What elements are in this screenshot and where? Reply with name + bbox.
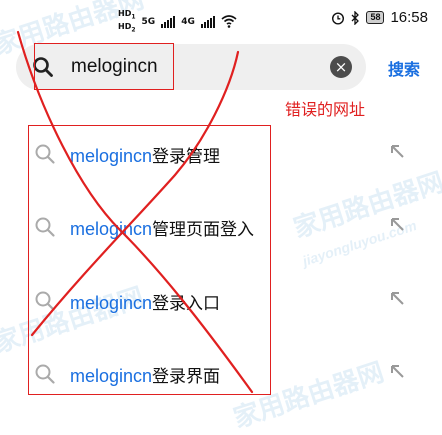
red-cross-mark — [16, 30, 254, 394]
